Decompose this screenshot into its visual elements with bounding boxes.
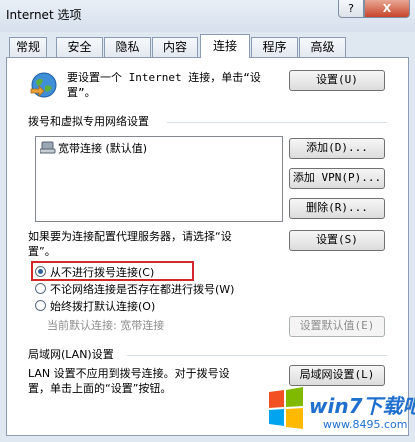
watermark: win7下载吧 www.8495.com	[263, 382, 415, 442]
tab-security[interactable]: 安全	[56, 37, 103, 57]
tab-connections[interactable]: 连接	[200, 34, 250, 58]
proxy-description: 如果要为连接配置代理服务器，请选择“设 置”。	[28, 230, 232, 258]
watermark-url: www.8495.com	[323, 418, 408, 431]
setup-button[interactable]: 设置(U)	[289, 70, 385, 91]
radio-button[interactable]	[35, 283, 46, 294]
tab-privacy[interactable]: 隐私	[104, 37, 151, 57]
connections-panel: 要设置一个 Internet 连接，单击“设 置”。 设置(U) 拨号和虚拟专用…	[6, 57, 409, 436]
add-button[interactable]: 添加(D)...	[289, 138, 385, 159]
setup-description: 要设置一个 Internet 连接，单击“设 置”。	[67, 71, 261, 99]
radio-button[interactable]	[35, 300, 46, 311]
lan-description: LAN 设置不应用到拨号连接。对于拨号设 置，单击上面的“设置”按钮。	[28, 367, 230, 395]
divider	[167, 122, 387, 123]
delete-button[interactable]: 删除(R)...	[289, 198, 385, 219]
internet-globe-icon	[30, 72, 57, 98]
divider	[127, 355, 387, 356]
help-button[interactable]: ?	[338, 0, 364, 18]
tab-general[interactable]: 常规	[9, 37, 47, 57]
dialup-heading: 拨号和虚拟专用网络设置	[28, 115, 149, 128]
red-highlight-box	[31, 261, 194, 281]
connection-listbox[interactable]: 宽带连接 (默认值)	[35, 136, 283, 222]
dialup-connection-icon	[40, 141, 56, 154]
window-title: Internet 选项	[6, 8, 82, 22]
proxy-settings-button[interactable]: 设置(S)	[289, 230, 385, 251]
lan-heading: 局域网(LAN)设置	[28, 348, 114, 361]
set-default-button[interactable]: 设置默认值(E)	[289, 316, 385, 337]
tab-content[interactable]: 内容	[152, 37, 198, 57]
watermark-brand: win7下载吧	[309, 394, 415, 418]
title-bar: Internet 选项 ? X	[0, 0, 415, 32]
tab-advanced[interactable]: 高级	[299, 37, 346, 57]
add-vpn-button[interactable]: 添加 VPN(P)...	[289, 168, 385, 189]
tab-programs[interactable]: 程序	[251, 37, 298, 57]
windows-logo-icon	[269, 387, 303, 429]
close-button[interactable]: X	[364, 0, 410, 18]
current-default-connection: 当前默认连接: 宽带连接	[47, 319, 165, 332]
